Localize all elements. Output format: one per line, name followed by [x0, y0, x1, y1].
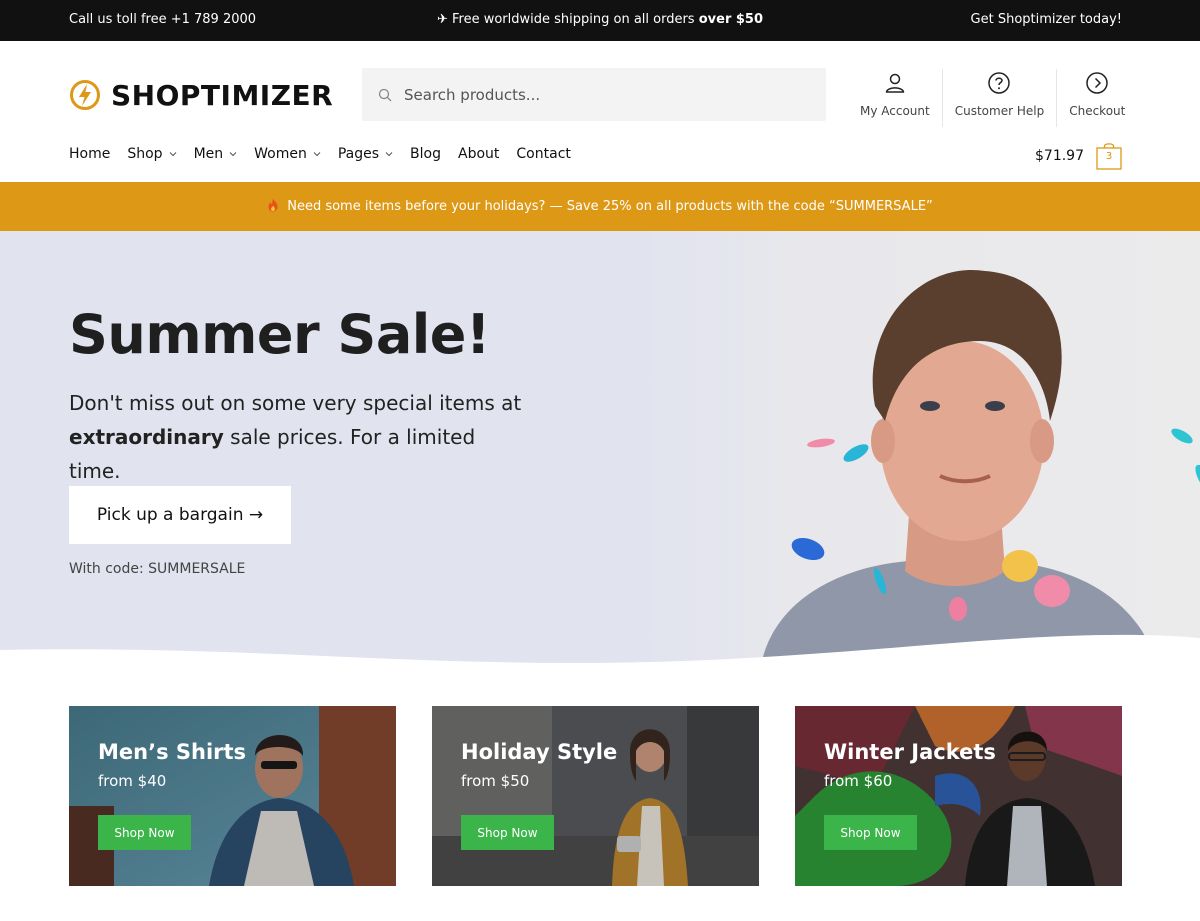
card-title: Men’s Shirts — [98, 740, 247, 764]
chevron-down-icon — [313, 152, 321, 157]
nav-label: Blog — [410, 146, 441, 162]
mens-shirts-image — [69, 706, 396, 886]
chevron-down-icon — [385, 152, 393, 157]
main-nav: Home Shop Men Women Pages Blog About Con… — [69, 146, 588, 162]
fire-icon — [267, 198, 279, 216]
search-bar — [362, 68, 826, 121]
shop-now-button[interactable]: Shop Now — [98, 815, 191, 850]
card-title: Holiday Style — [461, 740, 618, 764]
shop-now-button[interactable]: Shop Now — [824, 815, 917, 850]
help-icon — [988, 72, 1011, 94]
hero-photo-illustration — [760, 269, 1200, 671]
chevron-down-icon — [229, 152, 237, 157]
cart-button[interactable]: $71.97 3 — [1035, 142, 1122, 170]
nav-item-about[interactable]: About — [458, 146, 499, 162]
promo-banner: Need some items before your holidays? — … — [0, 182, 1200, 231]
card-price: from $60 — [824, 772, 893, 790]
nav-label: Women — [254, 146, 307, 162]
promo-text: Need some items before your holidays? — … — [287, 199, 933, 214]
nav-item-blog[interactable]: Blog — [410, 146, 441, 162]
nav-item-women[interactable]: Women — [254, 146, 321, 162]
shipping-notice-bold: over $50 — [698, 12, 764, 27]
nav-item-pages[interactable]: Pages — [338, 146, 393, 162]
card-price: from $40 — [98, 772, 167, 790]
site-header: SHOPTIMIZER My Account Customer Help — [0, 41, 1200, 182]
nav-item-men[interactable]: Men — [194, 146, 238, 162]
shop-now-button[interactable]: Shop Now — [461, 815, 554, 850]
nav-label: Shop — [127, 146, 163, 162]
pick-up-bargain-button[interactable]: Pick up a bargain → — [69, 486, 291, 544]
cart-count: 3 — [1105, 151, 1113, 162]
hero-subtitle-bold: extraordinary — [69, 425, 224, 449]
shopping-bag-icon: 3 — [1096, 142, 1122, 170]
hero-section: Summer Sale! Don't miss out on some very… — [0, 231, 1200, 671]
card-title: Winter Jackets — [824, 740, 996, 764]
nav-label: About — [458, 146, 500, 162]
search-input[interactable] — [404, 85, 804, 104]
cart-total: $71.97 — [1035, 148, 1084, 164]
my-account-link[interactable]: My Account — [848, 69, 943, 127]
user-icon — [885, 73, 905, 93]
checkout-label: Checkout — [1069, 104, 1126, 118]
nav-item-contact[interactable]: Contact — [516, 146, 570, 162]
nav-label: Men — [193, 146, 224, 162]
nav-label: Home — [69, 146, 111, 162]
fire-shape — [268, 198, 278, 211]
nav-label: Contact — [516, 146, 571, 162]
holiday-style-image — [432, 706, 759, 886]
hero-photo — [640, 231, 1200, 671]
top-bar: Call us toll free +1 789 2000 ✈ Free wor… — [0, 0, 1200, 41]
chevron-down-icon — [169, 152, 176, 157]
hero-subtitle-line1: Don't miss out on some very special item… — [69, 391, 522, 415]
winter-jackets-image — [795, 706, 1122, 886]
site-logo[interactable]: SHOPTIMIZER — [69, 77, 333, 113]
customer-help-link[interactable]: Customer Help — [943, 69, 1058, 127]
logo-text: SHOPTIMIZER — [111, 78, 334, 112]
shipping-notice-text: ✈ Free worldwide shipping on all orders — [436, 12, 699, 27]
hero-title: Summer Sale! — [69, 303, 491, 366]
nav-item-shop[interactable]: Shop — [127, 146, 176, 162]
get-shoptimizer-link[interactable]: Get Shoptimizer today! — [971, 12, 1122, 27]
customer-help-label: Customer Help — [954, 104, 1045, 118]
category-card-winter-jackets[interactable]: Winter Jackets from $60 Shop Now — [795, 706, 1122, 886]
category-card-holiday-style[interactable]: Holiday Style from $50 Shop Now — [432, 706, 759, 886]
arrow-right-circle-icon — [1086, 72, 1109, 94]
promo-code-note: With code: SUMMERSALE — [69, 561, 246, 577]
my-account-label: My Account — [860, 104, 930, 118]
search-icon — [378, 88, 392, 101]
wave-divider — [0, 634, 1200, 680]
category-cards: Men’s Shirts from $40 Shop Now Holiday S… — [69, 706, 1122, 886]
checkout-link[interactable]: Checkout — [1057, 69, 1125, 127]
category-card-mens-shirts[interactable]: Men’s Shirts from $40 Shop Now — [69, 706, 396, 886]
card-price: from $50 — [461, 772, 530, 790]
hero-subtitle: Don't miss out on some very special item… — [69, 386, 529, 488]
header-links: My Account Customer Help Checkout — [848, 69, 1125, 127]
nav-item-home[interactable]: Home — [69, 146, 110, 162]
lightning-logo-icon — [70, 80, 100, 110]
nav-label: Pages — [337, 146, 380, 162]
